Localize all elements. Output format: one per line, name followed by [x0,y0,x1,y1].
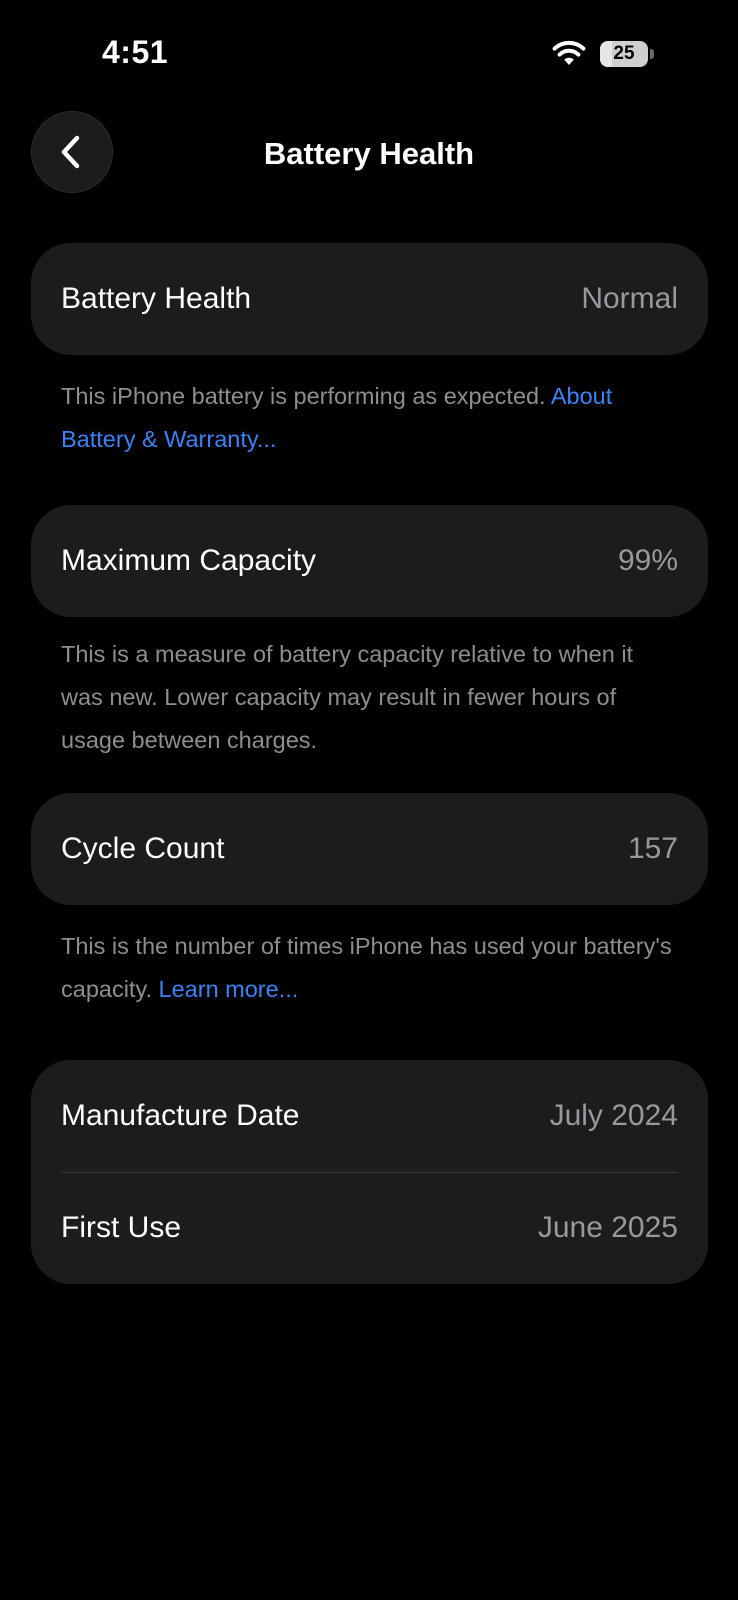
cycle-count-value: 157 [627,832,678,865]
battery-health-value: Normal [581,282,678,315]
maximum-capacity-label: Maximum Capacity [61,544,317,577]
maximum-capacity-card: Maximum Capacity 99% [31,505,708,617]
battery-health-footnote: This iPhone battery is performing as exp… [61,375,681,461]
manufacture-date-row: Manufacture Date July 2024 [31,1060,708,1172]
manufacture-date-label: Manufacture Date [61,1099,300,1132]
battery-percentage: 25 [613,43,635,64]
cycle-count-footnote: This is the number of times iPhone has u… [61,925,681,1011]
status-bar: 4:51 25 [0,0,738,100]
maximum-capacity-value: 99% [617,544,678,577]
manufacture-date-value: July 2024 [549,1099,678,1132]
cycle-count-row: Cycle Count 157 [31,793,708,905]
battery-icon: 25 [600,41,654,67]
learn-more-link[interactable]: Learn more... [159,976,299,1002]
maximum-capacity-footnote: This is a measure of battery capacity re… [61,641,634,753]
dates-card: Manufacture Date July 2024 First Use Jun… [31,1060,708,1284]
first-use-row: First Use June 2025 [31,1172,708,1284]
battery-health-label: Battery Health [61,282,252,315]
battery-health-row: Battery Health Normal [31,243,708,355]
first-use-value: June 2025 [537,1211,678,1244]
cycle-count-label: Cycle Count [61,832,225,865]
battery-health-card: Battery Health Normal [31,243,708,355]
battery-tip [650,49,654,59]
first-use-label: First Use [61,1211,181,1244]
page-title: Battery Health [263,136,475,171]
cycle-count-card: Cycle Count 157 [31,793,708,905]
battery-health-footnote-text: This iPhone battery is performing as exp… [61,383,551,409]
maximum-capacity-row: Maximum Capacity 99% [31,505,708,617]
wifi-icon [552,40,586,66]
cycle-count-footnote-text: This is the number of times iPhone has u… [61,933,672,1002]
status-time: 4:51 [102,34,169,70]
